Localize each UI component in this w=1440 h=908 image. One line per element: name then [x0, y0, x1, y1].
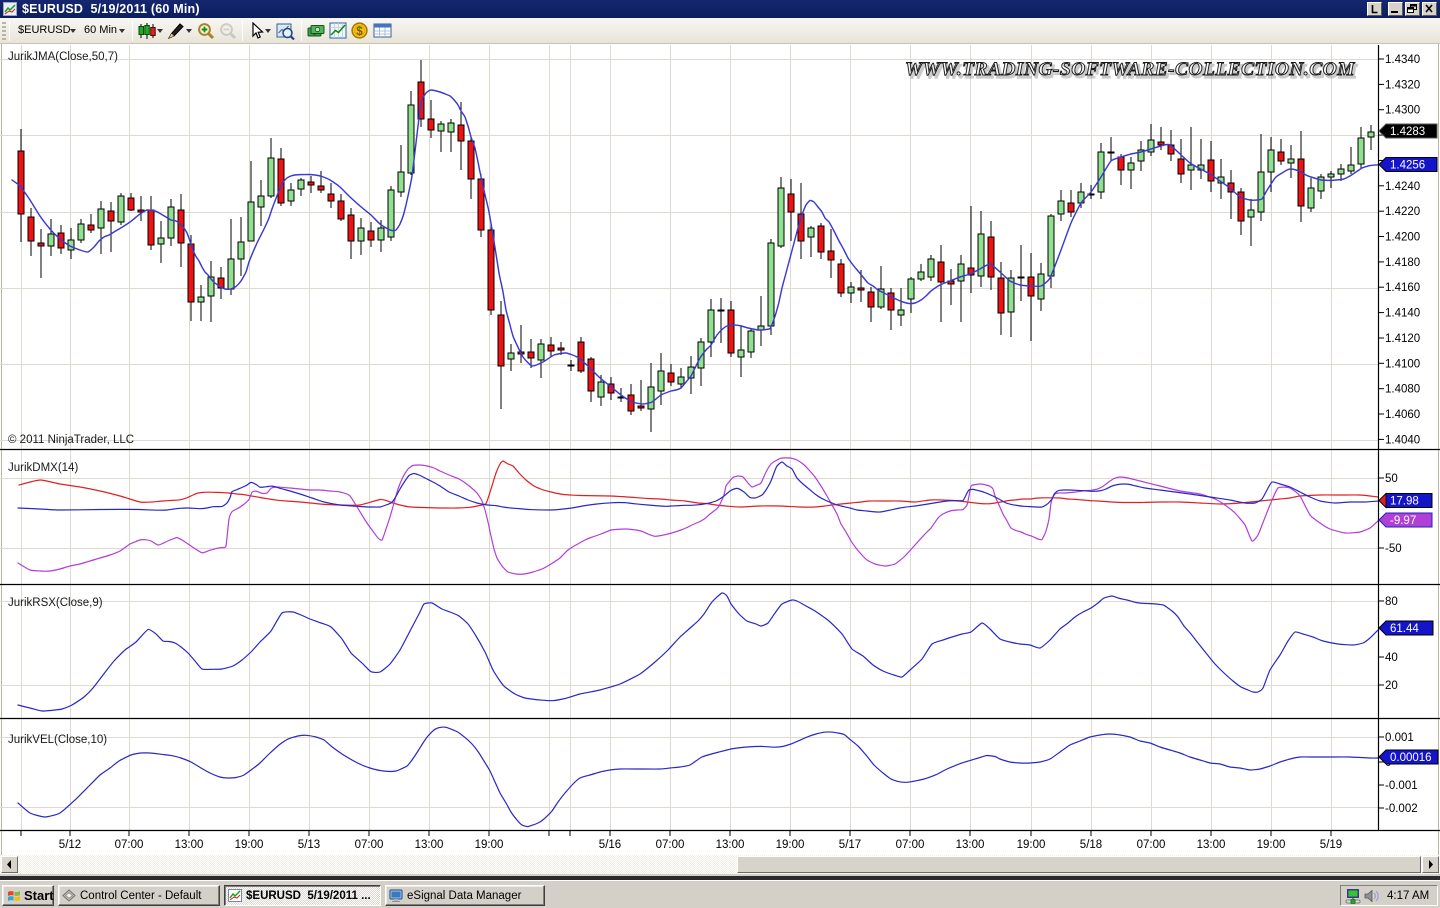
svg-text:1.4320: 1.4320 — [1385, 79, 1420, 91]
svg-text:07:00: 07:00 — [115, 839, 144, 851]
svg-text:13:00: 13:00 — [1197, 839, 1226, 851]
svg-text:1.4040: 1.4040 — [1385, 434, 1420, 446]
svg-text:19:00: 19:00 — [1017, 839, 1046, 851]
svg-text:5/17: 5/17 — [839, 839, 861, 851]
svg-text:07:00: 07:00 — [355, 839, 384, 851]
svg-text:© 2011 NinjaTrader, LLC: © 2011 NinjaTrader, LLC — [8, 434, 134, 446]
svg-text:19:00: 19:00 — [1257, 839, 1286, 851]
svg-text:1.4160: 1.4160 — [1385, 282, 1420, 294]
svg-text:-0.001: -0.001 — [1385, 780, 1418, 792]
svg-text:07:00: 07:00 — [896, 839, 925, 851]
svg-text:WWW.TRADING-SOFTWARE-COLLECTIO: WWW.TRADING-SOFTWARE-COLLECTION.COM — [905, 59, 1355, 80]
svg-text:JurikJMA(Close,50,7): JurikJMA(Close,50,7) — [8, 51, 118, 63]
svg-text:61.44: 61.44 — [1390, 623, 1419, 635]
svg-text:13:00: 13:00 — [175, 839, 204, 851]
svg-text:80: 80 — [1385, 596, 1398, 608]
svg-text:1.4256: 1.4256 — [1390, 160, 1425, 172]
svg-text:1.4340: 1.4340 — [1385, 54, 1420, 66]
svg-text:5/13: 5/13 — [298, 839, 320, 851]
svg-text:5/18: 5/18 — [1080, 839, 1102, 851]
svg-text:19:00: 19:00 — [475, 839, 504, 851]
svg-text:JurikDMX(14): JurikDMX(14) — [8, 462, 78, 474]
svg-text:1.4283: 1.4283 — [1390, 126, 1425, 138]
svg-text:1.4080: 1.4080 — [1385, 384, 1420, 396]
svg-text:5/12: 5/12 — [59, 839, 81, 851]
svg-text:19:00: 19:00 — [235, 839, 264, 851]
svg-text:-0.002: -0.002 — [1385, 803, 1418, 815]
svg-text:19:00: 19:00 — [776, 839, 805, 851]
svg-text:07:00: 07:00 — [656, 839, 685, 851]
svg-text:1.4300: 1.4300 — [1385, 105, 1420, 117]
svg-text:1.4100: 1.4100 — [1385, 358, 1420, 370]
svg-text:0.001: 0.001 — [1385, 732, 1414, 744]
svg-text:5/16: 5/16 — [599, 839, 621, 851]
svg-text:40: 40 — [1385, 652, 1398, 664]
svg-text:1.4140: 1.4140 — [1385, 308, 1420, 320]
svg-text:0.00016: 0.00016 — [1390, 752, 1432, 764]
svg-text:1.4120: 1.4120 — [1385, 333, 1420, 345]
svg-text:13:00: 13:00 — [415, 839, 444, 851]
svg-text:1.4220: 1.4220 — [1385, 206, 1420, 218]
svg-text:13:00: 13:00 — [716, 839, 745, 851]
svg-text:07:00: 07:00 — [1137, 839, 1166, 851]
svg-text:JurikVEL(Close,10): JurikVEL(Close,10) — [8, 734, 107, 746]
svg-text:1.4240: 1.4240 — [1385, 181, 1420, 193]
svg-text:-9.97: -9.97 — [1390, 515, 1416, 527]
svg-text:20: 20 — [1385, 680, 1398, 692]
svg-text:-50: -50 — [1385, 543, 1402, 555]
svg-text:17.98: 17.98 — [1390, 496, 1419, 508]
svg-text:JurikRSX(Close,9): JurikRSX(Close,9) — [8, 597, 103, 609]
svg-text:13:00: 13:00 — [956, 839, 985, 851]
svg-text:$: $ — [356, 26, 363, 38]
svg-text:1.4060: 1.4060 — [1385, 409, 1420, 421]
svg-text:1.4200: 1.4200 — [1385, 232, 1420, 244]
svg-text:50: 50 — [1385, 473, 1398, 485]
svg-text:1.4180: 1.4180 — [1385, 257, 1420, 269]
svg-text:5/19: 5/19 — [1320, 839, 1342, 851]
